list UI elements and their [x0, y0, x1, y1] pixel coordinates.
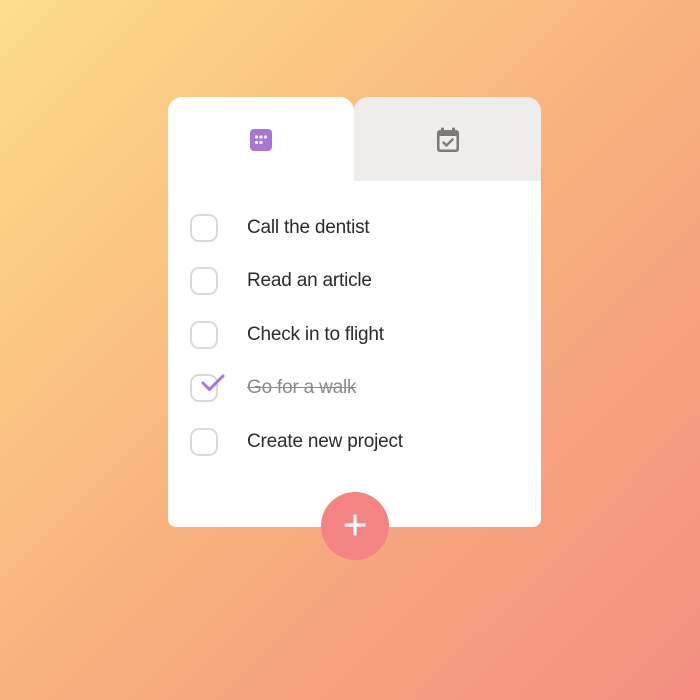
- calendar-check-icon: [435, 127, 461, 153]
- plus-icon: [344, 513, 366, 539]
- grid-calendar-icon: [248, 127, 274, 153]
- task-item[interactable]: Create new project: [168, 415, 541, 469]
- task-checkbox[interactable]: [190, 427, 218, 456]
- task-item[interactable]: Check in to flight: [168, 308, 541, 362]
- task-item-completed[interactable]: Go for a walk: [168, 362, 541, 416]
- add-task-button[interactable]: [321, 492, 389, 560]
- task-label: Call the dentist: [247, 216, 370, 238]
- task-item[interactable]: Call the dentist: [168, 201, 541, 255]
- task-list: Call the dentist Read an article Check i…: [168, 201, 541, 469]
- task-item[interactable]: Read an article: [168, 255, 541, 309]
- task-label: Check in to flight: [247, 323, 384, 345]
- task-label: Read an article: [247, 270, 372, 292]
- task-checkbox[interactable]: [190, 213, 218, 242]
- task-checkbox[interactable]: [190, 267, 218, 296]
- task-label: Create new project: [247, 430, 403, 452]
- task-checkbox[interactable]: [190, 320, 218, 349]
- tab-calendar[interactable]: [354, 97, 541, 183]
- task-panel: Call the dentist Read an article Check i…: [168, 181, 541, 527]
- task-label: Go for a walk: [247, 377, 357, 399]
- todo-card: Call the dentist Read an article Check i…: [168, 97, 541, 560]
- tab-todo-list[interactable]: [168, 97, 354, 183]
- checkmark-icon: [200, 372, 226, 394]
